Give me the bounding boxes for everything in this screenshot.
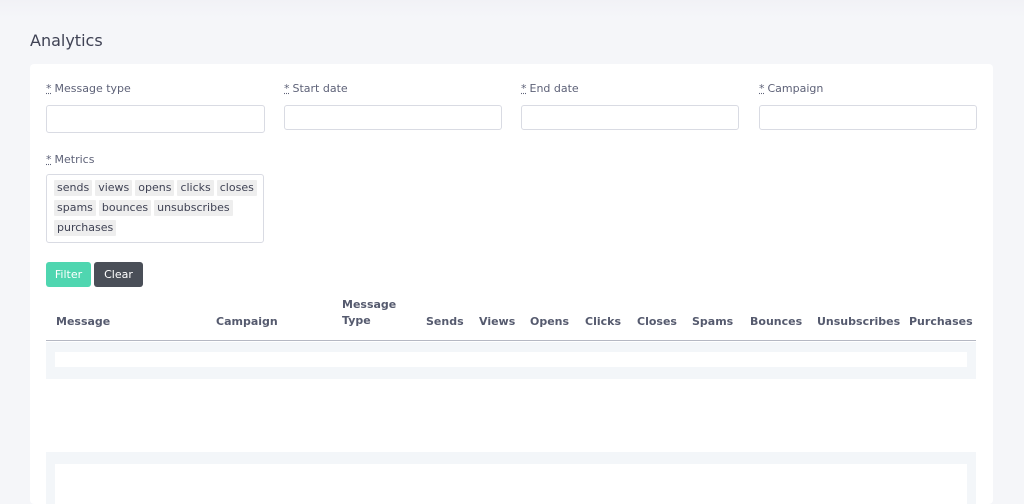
metrics-field-label-wrap: * Metrics — [46, 153, 94, 167]
column-header-campaign[interactable]: Campaign — [216, 314, 278, 330]
required-mark: * — [46, 153, 52, 166]
required-mark: * — [521, 82, 527, 95]
campaign-label: * Campaign — [759, 82, 977, 96]
required-mark: * — [759, 82, 765, 95]
column-header-spams[interactable]: Spams — [692, 314, 733, 330]
message-type-input[interactable] — [46, 105, 265, 133]
metrics-label: * Metrics — [46, 153, 94, 167]
message-type-field: * Message type — [46, 82, 265, 133]
column-header-clicks[interactable]: Clicks — [585, 314, 621, 330]
clear-button[interactable]: Clear — [94, 262, 143, 287]
table-header-divider — [46, 340, 976, 341]
message-type-label: * Message type — [46, 82, 265, 96]
table-loading-row — [46, 342, 976, 379]
analytics-card: * Message type * Start date * End date * Cam… — [30, 64, 993, 504]
top-bar — [0, 0, 1024, 18]
page-title: Analytics — [30, 31, 103, 50]
end-date-label: * End date — [521, 82, 739, 96]
end-date-field: * End date — [521, 82, 739, 130]
metric-chip-views[interactable]: views — [95, 180, 133, 196]
metrics-multiselect[interactable]: sends views opens clicks closes spams bo… — [46, 174, 264, 243]
table-loading-row — [46, 452, 976, 504]
metric-chip-spams[interactable]: spams — [54, 200, 96, 216]
required-mark: * — [46, 82, 52, 95]
column-header-views[interactable]: Views — [479, 314, 515, 330]
end-date-input[interactable] — [521, 105, 739, 130]
campaign-field: * Campaign — [759, 82, 977, 130]
metrics-label-text: Metrics — [54, 153, 95, 166]
metric-chip-purchases[interactable]: purchases — [54, 220, 117, 236]
required-mark: * — [284, 82, 290, 95]
column-header-sends[interactable]: Sends — [426, 314, 464, 330]
campaign-input[interactable] — [759, 105, 977, 130]
start-date-label: * Start date — [284, 82, 502, 96]
loading-placeholder-bar — [55, 352, 967, 367]
metric-chip-opens[interactable]: opens — [135, 180, 175, 196]
end-date-label-text: End date — [529, 82, 579, 95]
column-header-purchases[interactable]: Purchases — [909, 314, 973, 330]
metric-chip-bounces[interactable]: bounces — [98, 200, 152, 216]
column-header-message[interactable]: Message — [56, 314, 110, 330]
loading-placeholder-bar — [55, 464, 967, 504]
campaign-label-text: Campaign — [767, 82, 824, 95]
column-header-unsubscribes[interactable]: Unsubscribes — [817, 314, 900, 330]
start-date-label-text: Start date — [292, 82, 348, 95]
metric-chip-clicks[interactable]: clicks — [177, 180, 214, 196]
column-header-bounces[interactable]: Bounces — [750, 314, 802, 330]
column-header-closes[interactable]: Closes — [637, 314, 677, 330]
message-type-label-text: Message type — [54, 82, 131, 95]
metric-chip-sends[interactable]: sends — [54, 180, 93, 196]
column-header-opens[interactable]: Opens — [530, 314, 569, 330]
start-date-input[interactable] — [284, 105, 502, 130]
start-date-field: * Start date — [284, 82, 502, 130]
column-header-message-type[interactable]: Message Type — [342, 297, 402, 329]
filter-button[interactable]: Filter — [46, 262, 91, 287]
metric-chip-unsubscribes[interactable]: unsubscribes — [154, 200, 233, 216]
metric-chip-closes[interactable]: closes — [216, 180, 257, 196]
